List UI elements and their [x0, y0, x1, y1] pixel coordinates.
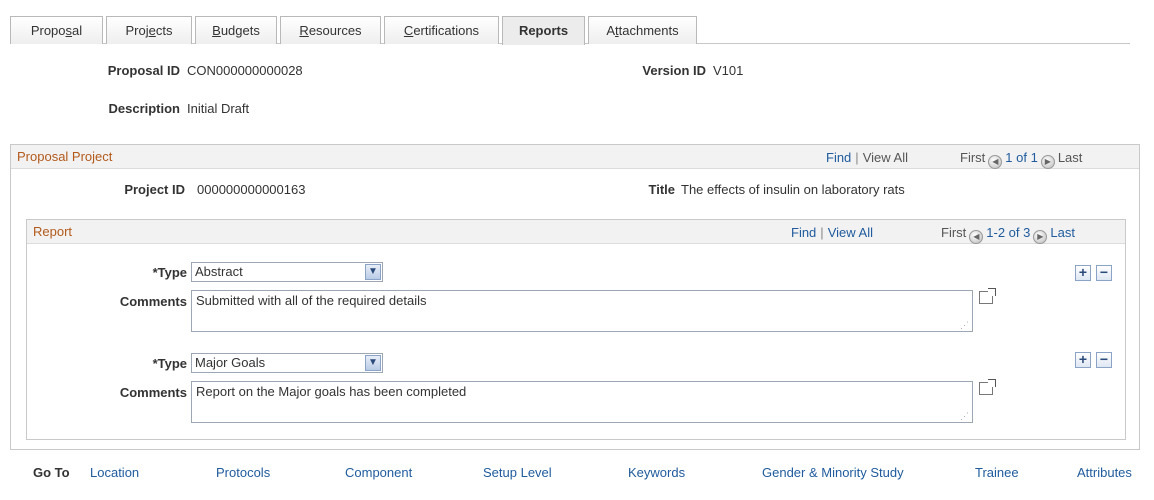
comments-textarea[interactable]: Report on the Major goals has been compl…	[191, 381, 973, 423]
row-count: 1 of 1	[1005, 150, 1038, 165]
delete-row-button[interactable]: −	[1096, 352, 1112, 368]
tab-certifications[interactable]: Certifications	[384, 16, 499, 44]
find-link[interactable]: Find	[826, 150, 851, 165]
version-id-label: Version ID	[642, 63, 706, 78]
tab-proposal[interactable]: Proposal	[10, 16, 103, 44]
add-row-button[interactable]: +	[1075, 352, 1091, 368]
description-label: Description	[108, 101, 180, 116]
type-select[interactable]: Abstract ▼	[191, 262, 383, 282]
last-label: Last	[1057, 150, 1083, 165]
type-label: *Type	[152, 265, 187, 280]
resize-grip-icon[interactable]: ⋰	[960, 321, 969, 330]
report-nav: Find | View All	[791, 225, 873, 240]
project-id-label: Project ID	[124, 182, 185, 197]
title-value: The effects of insulin on laboratory rat…	[681, 182, 905, 197]
tab-attachments[interactable]: Attachments	[588, 16, 697, 44]
expand-textarea-icon[interactable]	[979, 379, 996, 395]
title-label: Title	[648, 182, 676, 197]
chevron-down-icon[interactable]: ▼	[365, 264, 381, 280]
proposal-project-nav: Find | View All	[826, 150, 908, 165]
comments-label: Comments	[119, 294, 187, 309]
view-all-link[interactable]: View All	[863, 150, 908, 165]
proposal-project-box: Proposal Project Find | View All First ◀ 1 o…	[10, 144, 1140, 450]
add-row-button[interactable]: +	[1075, 265, 1091, 281]
comments-textarea[interactable]: Submitted with all of the required detai…	[191, 290, 973, 332]
comments-label: Comments	[119, 385, 187, 400]
expand-textarea-icon[interactable]	[979, 288, 996, 304]
goto-gender-minority-link[interactable]: Gender & Minority Study	[762, 465, 904, 480]
goto-protocols-link[interactable]: Protocols	[216, 465, 270, 480]
tab-projects[interactable]: Projects	[106, 16, 192, 44]
resize-grip-icon[interactable]: ⋰	[960, 412, 969, 421]
report-title: Report	[33, 224, 73, 239]
goto-trainee-link[interactable]: Trainee	[975, 465, 1019, 480]
report-header: Report Find | View All First ◀ 1-2 of 3 ▶ Last	[27, 220, 1125, 244]
prev-icon[interactable]: ◀	[969, 230, 984, 244]
proposal-id-value: CON000000000028	[187, 63, 303, 78]
proposal-project-header: Proposal Project Find | View All First ◀ 1 o…	[11, 145, 1139, 169]
last-link[interactable]: Last	[1050, 225, 1075, 240]
first-label: First	[960, 150, 986, 165]
view-all-link[interactable]: View All	[828, 225, 873, 240]
next-icon[interactable]: ▶	[1033, 230, 1048, 244]
version-id-value: V101	[713, 63, 744, 78]
goto-setup-level-link[interactable]: Setup Level	[483, 465, 552, 480]
proposal-project-pager: First ◀ 1 of 1 ▶ Last	[960, 150, 1082, 169]
description-value: Initial Draft	[187, 101, 250, 116]
prev-icon[interactable]: ◀	[988, 155, 1003, 169]
proposal-project-title: Proposal Project	[17, 149, 113, 164]
goto-location-link[interactable]: Location	[90, 465, 139, 480]
type-select[interactable]: Major Goals ▼	[191, 353, 383, 373]
type-label: *Type	[152, 356, 187, 371]
report-box: Report Find | View All First ◀ 1-2 of 3 ▶ Last…	[26, 219, 1126, 440]
goto-keywords-link[interactable]: Keywords	[628, 465, 685, 480]
delete-row-button[interactable]: −	[1096, 265, 1112, 281]
chevron-down-icon[interactable]: ▼	[365, 355, 381, 371]
report-pager: First ◀ 1-2 of 3 ▶ Last	[941, 225, 1075, 244]
first-label: First	[941, 225, 967, 240]
row-count: 1-2 of 3	[986, 225, 1031, 240]
project-id-value: 000000000000163	[197, 182, 306, 197]
proposal-id-label: Proposal ID	[107, 63, 180, 78]
tab-budgets[interactable]: Budgets	[195, 16, 277, 44]
tab-reports[interactable]: Reports	[502, 16, 585, 45]
tab-resources[interactable]: Resources	[280, 16, 381, 44]
goto-attributes-link[interactable]: Attributes	[1077, 465, 1132, 480]
tab-bar: Proposal Projects Budgets Resources Cert…	[10, 16, 1130, 45]
goto-label: Go To	[33, 465, 70, 480]
goto-component-link[interactable]: Component	[345, 465, 412, 480]
next-icon[interactable]: ▶	[1040, 155, 1055, 169]
find-link[interactable]: Find	[791, 225, 816, 240]
